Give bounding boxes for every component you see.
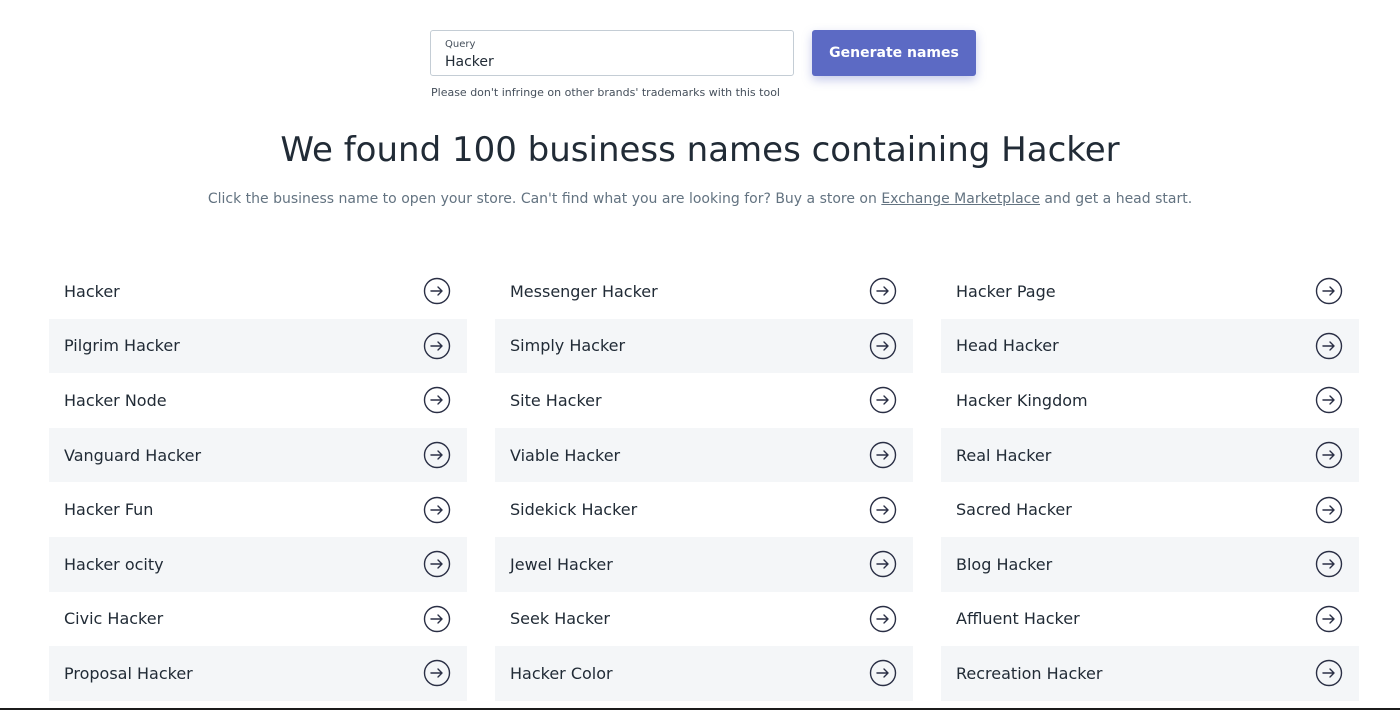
business-name-label: Hacker Color bbox=[510, 663, 613, 683]
arrow-right-circle-icon[interactable] bbox=[1315, 659, 1343, 687]
results-headline: We found 100 business names containing H… bbox=[280, 130, 1120, 170]
business-name-row[interactable]: Hacker bbox=[49, 264, 467, 319]
arrow-right-circle-icon[interactable] bbox=[1315, 386, 1343, 414]
trademark-disclaimer: Please don't infringe on other brands' t… bbox=[431, 86, 780, 99]
business-name-row[interactable]: Real Hacker bbox=[941, 427, 1359, 483]
query-input[interactable] bbox=[445, 54, 775, 70]
business-name-row[interactable]: Affluent Hacker bbox=[941, 592, 1359, 647]
business-name-label: Simply Hacker bbox=[510, 336, 626, 356]
business-name-label: Hacker Page bbox=[956, 281, 1056, 301]
arrow-right-circle-icon[interactable] bbox=[1315, 605, 1343, 633]
arrow-right-circle-icon[interactable] bbox=[869, 496, 897, 524]
business-name-label: Sidekick Hacker bbox=[510, 500, 638, 520]
arrow-right-circle-icon[interactable] bbox=[1315, 441, 1343, 469]
business-name-row[interactable]: Hacker Color bbox=[495, 646, 913, 701]
business-name-row[interactable]: Hacker Node bbox=[49, 373, 467, 428]
business-name-row[interactable]: Sidekick Hacker bbox=[495, 482, 913, 537]
generate-names-button[interactable]: Generate names bbox=[812, 30, 976, 76]
business-name-label: Proposal Hacker bbox=[64, 663, 193, 683]
arrow-right-circle-icon[interactable] bbox=[423, 659, 451, 687]
arrow-right-circle-icon[interactable] bbox=[423, 277, 451, 305]
business-name-row[interactable]: Hacker Page bbox=[941, 264, 1359, 319]
business-name-row[interactable]: Head Hacker bbox=[941, 318, 1359, 374]
business-name-label: Site Hacker bbox=[510, 390, 602, 410]
arrow-right-circle-icon[interactable] bbox=[869, 605, 897, 633]
business-name-label: Hacker ocity bbox=[64, 554, 164, 574]
business-name-row[interactable]: Jewel Hacker bbox=[495, 536, 913, 592]
business-name-label: Seek Hacker bbox=[510, 609, 610, 629]
business-name-row[interactable]: Site Hacker bbox=[495, 373, 913, 428]
business-name-label: Viable Hacker bbox=[510, 445, 621, 465]
arrow-right-circle-icon[interactable] bbox=[423, 332, 451, 360]
business-name-label: Jewel Hacker bbox=[510, 554, 613, 574]
business-name-label: Affluent Hacker bbox=[956, 609, 1080, 629]
arrow-right-circle-icon[interactable] bbox=[869, 277, 897, 305]
results-column: Hacker Pilgrim Hacker Hacker Node Vanguard … bbox=[49, 264, 467, 701]
business-name-row[interactable]: Pilgrim Hacker bbox=[49, 318, 467, 374]
business-name-row[interactable]: Proposal Hacker bbox=[49, 646, 467, 701]
business-name-label: Civic Hacker bbox=[64, 609, 164, 629]
results-column: Hacker Page Head Hacker Hacker Kingdom Real… bbox=[941, 264, 1359, 701]
subtitle-text-after: and get a head start. bbox=[1039, 191, 1193, 207]
arrow-right-circle-icon[interactable] bbox=[1315, 496, 1343, 524]
business-name-row[interactable]: Hacker Fun bbox=[49, 482, 467, 537]
arrow-right-circle-icon[interactable] bbox=[1315, 277, 1343, 305]
business-name-results: Hacker Pilgrim Hacker Hacker Node Vanguard … bbox=[49, 264, 1359, 701]
arrow-right-circle-icon[interactable] bbox=[869, 550, 897, 578]
business-name-label: Hacker Node bbox=[64, 390, 167, 410]
business-name-label: Head Hacker bbox=[956, 336, 1059, 356]
business-name-row[interactable]: Hacker Kingdom bbox=[941, 373, 1359, 428]
business-name-row[interactable]: Simply Hacker bbox=[495, 318, 913, 374]
arrow-right-circle-icon[interactable] bbox=[869, 659, 897, 687]
arrow-right-circle-icon[interactable] bbox=[423, 386, 451, 414]
arrow-right-circle-icon[interactable] bbox=[869, 332, 897, 360]
business-name-label: Blog Hacker bbox=[956, 554, 1053, 574]
arrow-right-circle-icon[interactable] bbox=[423, 441, 451, 469]
business-name-row[interactable]: Vanguard Hacker bbox=[49, 427, 467, 483]
subtitle-text-before: Click the business name to open your sto… bbox=[207, 191, 882, 207]
business-name-row[interactable]: Hacker ocity bbox=[49, 536, 467, 592]
business-name-row[interactable]: Civic Hacker bbox=[49, 592, 467, 647]
business-name-label: Pilgrim Hacker bbox=[64, 336, 180, 356]
business-name-row[interactable]: Recreation Hacker bbox=[941, 646, 1359, 701]
arrow-right-circle-icon[interactable] bbox=[423, 496, 451, 524]
arrow-right-circle-icon[interactable] bbox=[869, 441, 897, 469]
results-column: Messenger Hacker Simply Hacker Site Hacker… bbox=[495, 264, 913, 701]
query-label: Query bbox=[445, 39, 476, 50]
business-name-row[interactable]: Sacred Hacker bbox=[941, 482, 1359, 537]
business-name-label: Recreation Hacker bbox=[956, 663, 1103, 683]
arrow-right-circle-icon[interactable] bbox=[423, 605, 451, 633]
business-name-label: Vanguard Hacker bbox=[64, 445, 202, 465]
business-name-label: Hacker Fun bbox=[64, 500, 154, 520]
arrow-right-circle-icon[interactable] bbox=[1315, 332, 1343, 360]
business-name-label: Sacred Hacker bbox=[956, 500, 1072, 520]
business-name-row[interactable]: Blog Hacker bbox=[941, 536, 1359, 592]
business-name-row[interactable]: Seek Hacker bbox=[495, 592, 913, 647]
business-name-row[interactable]: Messenger Hacker bbox=[495, 264, 913, 319]
arrow-right-circle-icon[interactable] bbox=[1315, 550, 1343, 578]
search-bar: Query Generate names bbox=[430, 30, 976, 76]
query-field[interactable]: Query bbox=[430, 30, 794, 76]
business-name-label: Hacker Kingdom bbox=[956, 390, 1088, 410]
arrow-right-circle-icon[interactable] bbox=[869, 386, 897, 414]
results-subtitle: Click the business name to open your sto… bbox=[0, 189, 1400, 209]
business-name-label: Messenger Hacker bbox=[510, 281, 658, 301]
business-name-label: Hacker bbox=[64, 281, 120, 301]
business-name-row[interactable]: Viable Hacker bbox=[495, 427, 913, 483]
business-name-label: Real Hacker bbox=[956, 445, 1052, 465]
arrow-right-circle-icon[interactable] bbox=[423, 550, 451, 578]
page: Query Generate names Please don't infrin… bbox=[0, 0, 1400, 710]
exchange-marketplace-link[interactable]: Exchange Marketplace bbox=[881, 191, 1040, 207]
